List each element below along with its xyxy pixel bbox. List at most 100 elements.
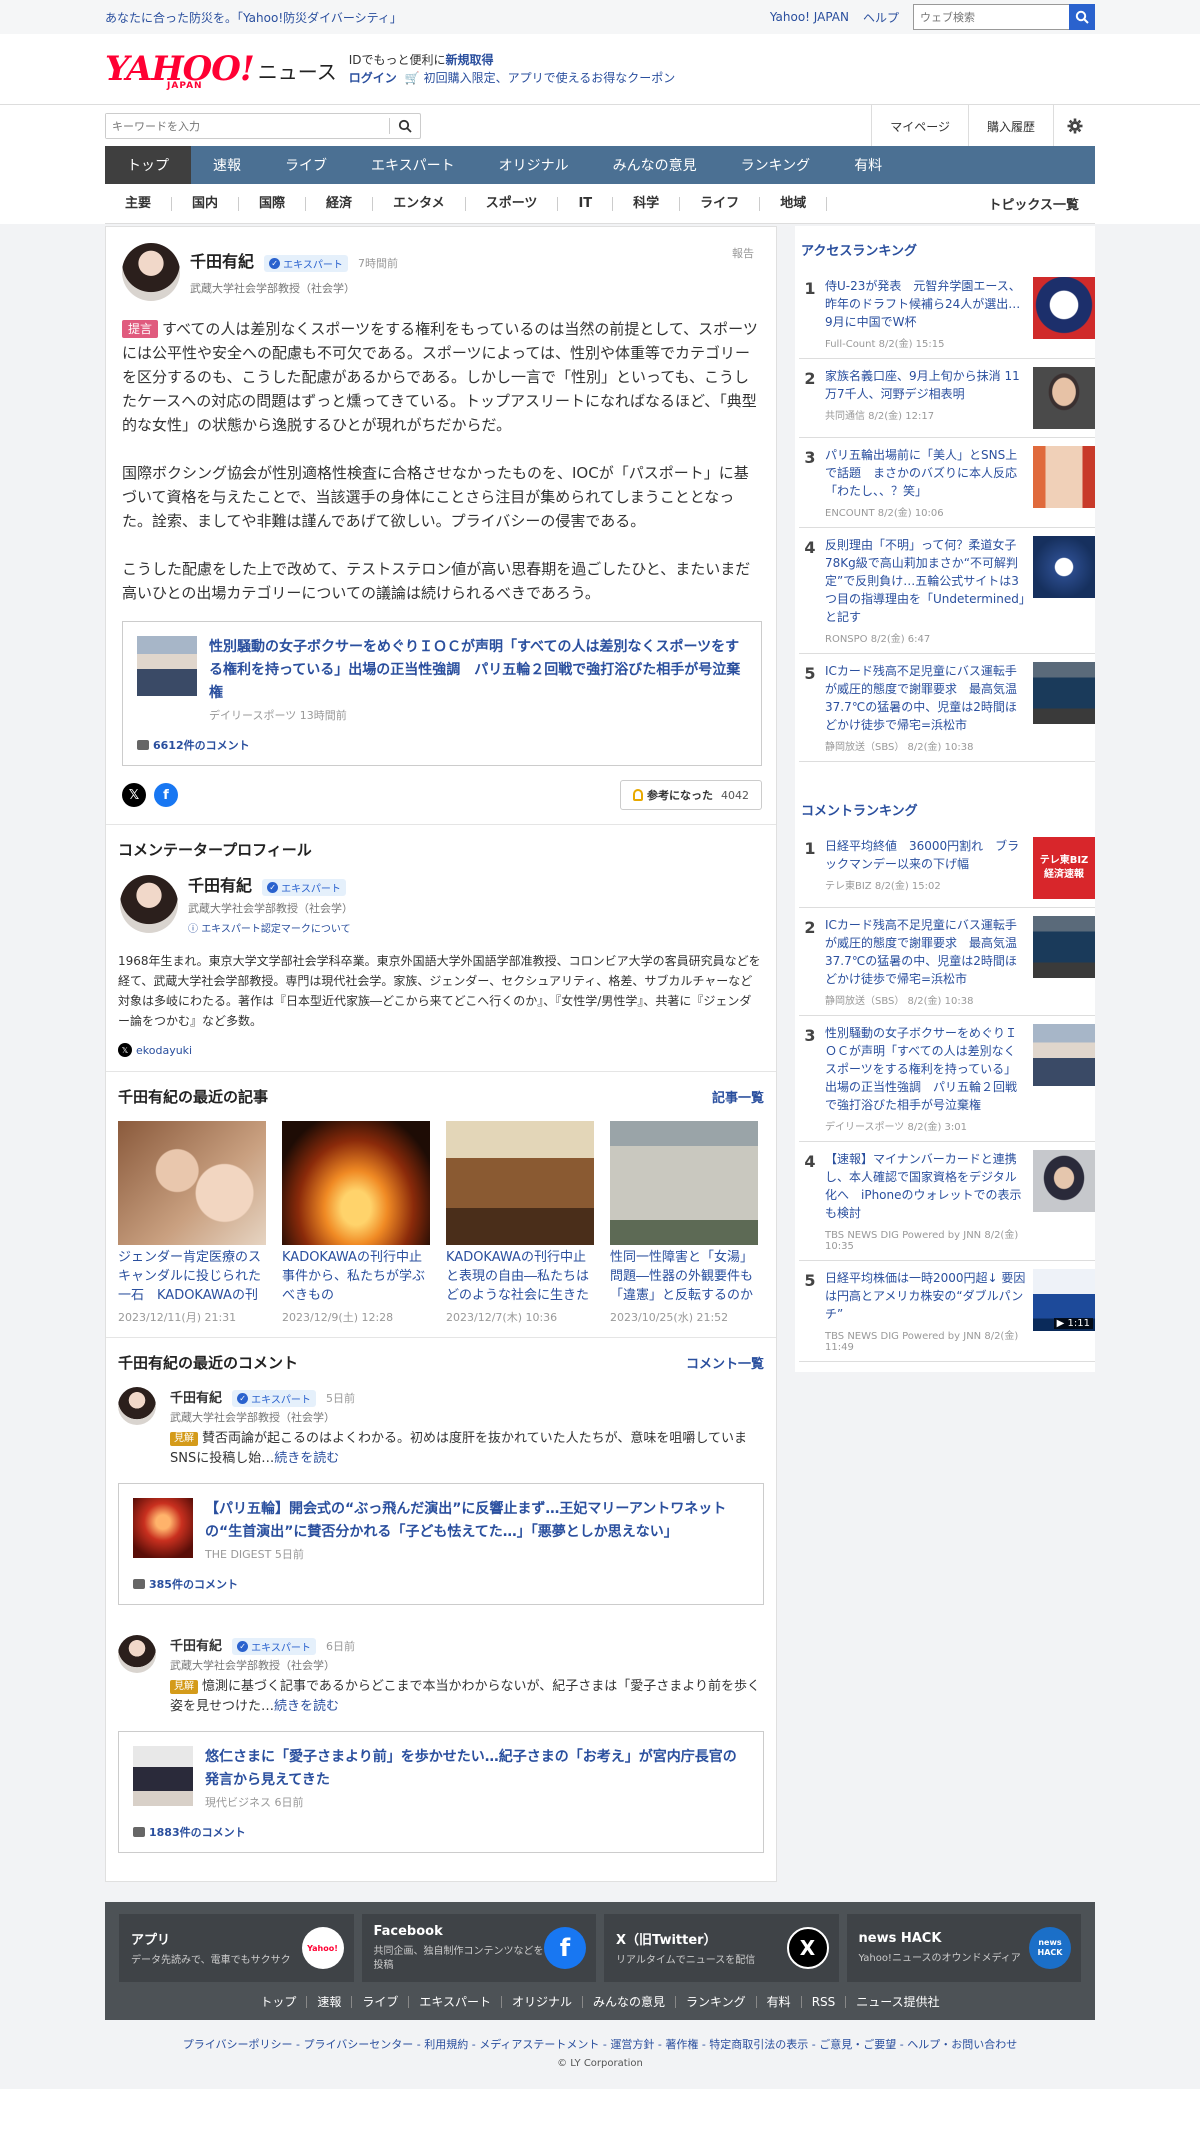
nav-tab-original[interactable]: オリジナル xyxy=(477,146,591,184)
coupon-link[interactable]: 初回購入限定、アプリで使えるお得なクーポン xyxy=(424,71,676,85)
avatar[interactable] xyxy=(122,243,180,301)
cart-icon: 🛒 xyxy=(404,71,420,85)
recent-articles-heading: 千田有紀の最近の記事 xyxy=(118,1088,269,1106)
mypage-link[interactable]: マイページ xyxy=(871,105,968,147)
yahoo-japan-link[interactable]: Yahoo! JAPAN xyxy=(770,10,849,24)
nav-tab-breaking[interactable]: 速報 xyxy=(191,146,263,184)
footer-link[interactable]: 速報 xyxy=(307,1996,353,2008)
footer-card-app[interactable]: アプリ データ先読みで、電車でもサクサク Yahoo! xyxy=(119,1914,354,1982)
category-world[interactable]: 国際 xyxy=(239,196,307,211)
ranking-item[interactable]: 4 【速報】マイナンバーカードと連携し、本人確認で国家資格をデジタル化へ iPh… xyxy=(799,1142,1095,1261)
footer-link[interactable]: 有料 xyxy=(757,1996,802,2008)
helpful-button[interactable]: 参考になった 4042 xyxy=(620,780,762,810)
login-link[interactable]: ログイン xyxy=(349,71,397,85)
author-name[interactable]: 千田有紀 xyxy=(170,1391,222,1406)
ranking-item[interactable]: 2 家族名義口座、9月上旬から抹消 11万7千人、河野デジ相表明 共同通信 8/2… xyxy=(799,359,1095,438)
check-icon: ✓ xyxy=(237,1641,249,1652)
nav-tab-top[interactable]: トップ xyxy=(105,146,191,184)
article-card[interactable]: 性同一性障害と「女湯」問題―性器の外観要件も「違憲」と反転するのか 2023/1… xyxy=(610,1121,758,1325)
ranking-item[interactable]: 2 ICカード残高不足児童にバス運転手が威圧的態度で謝罪要求 最高気温37.7℃… xyxy=(799,908,1095,1016)
nav-tab-live[interactable]: ライブ xyxy=(263,146,349,184)
comment-item: 千田有紀 ✓ エキスパート 5日前 武蔵大学社会学部教授（社会学） 見解 賛否両論が… xyxy=(118,1387,764,1605)
comments-list-link[interactable]: コメント一覧 xyxy=(686,1353,764,1372)
keyword-search-button[interactable] xyxy=(390,119,420,133)
category-science[interactable]: 科学 xyxy=(613,196,681,211)
topics-list-link[interactable]: トピックス一覧 xyxy=(988,194,1095,213)
ranking-item[interactable]: 1 侍U-23が発表 元智弁学園エース、昨年のドラフト候補ら24人が選出…9月に… xyxy=(799,269,1095,359)
ranking-item[interactable]: 5 ICカード残高不足児童にバス運転手が威圧的態度で謝罪要求 最高気温37.7℃… xyxy=(799,654,1095,762)
footer-link[interactable]: みんなの意見 xyxy=(583,1996,677,2008)
badge-label: エキスパート xyxy=(251,1395,311,1406)
share-x-button[interactable]: 𝕏 xyxy=(122,783,146,807)
profile-affiliation: 武蔵大学社会学部教授（社会学） xyxy=(188,902,353,915)
source-article-card[interactable]: 悠仁さまに「愛子さまより前」を歩かせたい…紀子さまの「お考え」が宮内庁長官の発言… xyxy=(118,1731,764,1853)
footer-link[interactable]: ライブ xyxy=(352,1996,410,2008)
articles-list-link[interactable]: 記事一覧 xyxy=(712,1087,764,1106)
rank-number: 3 xyxy=(804,448,816,467)
avatar[interactable] xyxy=(120,874,178,933)
footer-link[interactable]: ニュース提供社 xyxy=(846,1996,949,2008)
avatar[interactable] xyxy=(118,1635,156,1673)
category-entertainment[interactable]: エンタメ xyxy=(373,196,466,211)
avatar[interactable] xyxy=(118,1387,156,1425)
help-link[interactable]: ヘルプ xyxy=(863,9,899,26)
category-economy[interactable]: 経済 xyxy=(306,196,374,211)
article-card[interactable]: KADOKAWAの刊行中止と表現の自由―私たちはどのような社会に生きたいのか 2… xyxy=(446,1121,594,1325)
ranking-item[interactable]: 3 性別騒動の女子ボクサーをめぐりＩＯＣが声明「すべての人は差別なくスポーツをす… xyxy=(799,1016,1095,1142)
web-search-input[interactable] xyxy=(913,4,1069,30)
article-card[interactable]: KADOKAWAの刊行中止事件から、私たちが学ぶべきもの 2023/12/9(土… xyxy=(282,1121,430,1325)
article-card[interactable]: ジェンダー肯定医療のスキャンダルに投じられた一石 KADOKAWAの刊行中止 2… xyxy=(118,1121,266,1325)
user-menu: マイページ 購入履歴 xyxy=(871,105,1095,147)
web-search-button[interactable] xyxy=(1069,4,1095,30)
category-sports[interactable]: スポーツ xyxy=(466,196,559,211)
category-local[interactable]: 地域 xyxy=(760,196,828,211)
legal-links[interactable]: プライバシーポリシー - プライバシーセンター - 利用規約 - メディアステー… xyxy=(105,2036,1095,2052)
report-link[interactable]: 報告 xyxy=(732,245,754,261)
footer-link[interactable]: RSS xyxy=(802,1996,847,2008)
comment-bubble-icon xyxy=(133,1827,145,1837)
ranking-item[interactable]: 5 日経平均株価は一時2000円超↓ 要因は円高とアメリカ株安の“ダブルパンチ”… xyxy=(799,1261,1095,1362)
settings-button[interactable] xyxy=(1053,105,1095,147)
purchase-history-link[interactable]: 購入履歴 xyxy=(967,105,1053,147)
nav-tab-opinions[interactable]: みんなの意見 xyxy=(591,146,719,184)
ranking-item[interactable]: 3 パリ五輪出場前に「美人」とSNS上で話題 まさかのバズりに本人反応「わたし、… xyxy=(799,438,1095,528)
author-name[interactable]: 千田有紀 xyxy=(170,1639,222,1654)
category-it[interactable]: IT xyxy=(558,196,614,211)
read-more-link[interactable]: 続きを読む xyxy=(274,1699,339,1714)
badge-label: エキスパート xyxy=(251,1643,311,1654)
profile-name[interactable]: 千田有紀 xyxy=(188,876,252,895)
source-article-card[interactable]: 性別騒動の女子ボクサーをめぐりＩＯＣが声明「すべての人は差別なくスポーツをする権… xyxy=(122,621,762,766)
category-main[interactable]: 主要 xyxy=(105,196,173,211)
x-profile-link[interactable]: 𝕏ekodayuki xyxy=(118,1043,762,1057)
yahoo-news-logo[interactable]: YAHOO! ニュース xyxy=(105,52,337,86)
rank-thumbnail xyxy=(1033,446,1095,508)
comment-count-text: 6612件のコメント xyxy=(153,739,250,752)
read-more-link[interactable]: 続きを読む xyxy=(274,1451,339,1466)
author-name[interactable]: 千田有紀 xyxy=(190,252,254,271)
nav-tab-paid[interactable]: 有料 xyxy=(832,146,904,184)
signup-link[interactable]: 新規取得 xyxy=(446,53,494,67)
share-facebook-button[interactable]: f xyxy=(154,783,178,807)
article-image xyxy=(610,1121,758,1245)
footer-link[interactable]: オリジナル xyxy=(502,1996,584,2008)
keyword-input[interactable] xyxy=(106,114,389,138)
comment-count-text: 385件のコメント xyxy=(149,1578,238,1591)
expert-cert-link[interactable]: ⓘ エキスパート認定マークについて xyxy=(188,920,353,935)
footer-link[interactable]: ランキング xyxy=(676,1996,757,2008)
source-article-card[interactable]: 【パリ五輪】開会式の“ぶっ飛んだ演出”に反響止まず…王妃マリーアントワネットの“… xyxy=(118,1483,764,1605)
comment-excerpt: 憶測に基づく記事であるからどこまで本当かわからないが、紀子さまは「愛子さまより前… xyxy=(170,1679,760,1714)
category-life[interactable]: ライフ xyxy=(680,196,761,211)
bousai-promo-link[interactable]: あなたに合った防災を。「Yahoo!防災ダイバーシティ」 xyxy=(105,9,402,26)
rank-source: Full-Count 8/2(金) 15:15 xyxy=(825,339,945,350)
ranking-item[interactable]: 4 反則理由「不明」って何？柔道女子78Kg級で高山莉加まさか“不可解判定”で反… xyxy=(799,528,1095,654)
card-title: Facebook xyxy=(373,1923,443,1939)
footer-link[interactable]: エキスパート xyxy=(409,1996,502,2008)
footer-card-facebook[interactable]: Facebook 共同企画、独自制作コンテンツなどを投稿 f xyxy=(361,1914,596,1982)
category-domestic[interactable]: 国内 xyxy=(172,196,240,211)
footer-link[interactable]: トップ xyxy=(250,1996,308,2008)
footer-card-x[interactable]: X（旧Twitter） リアルタイムでニュースを配信 X xyxy=(604,1914,839,1982)
ranking-item[interactable]: 1 日経平均終値 36000円割れ ブラックマンデー以来の下げ幅 テレ東BIZ 8… xyxy=(799,829,1095,908)
footer-card-newshack[interactable]: news HACK Yahoo!ニュースのオウンドメディア news HACK xyxy=(846,1914,1081,1982)
nav-tab-expert[interactable]: エキスパート xyxy=(349,146,477,184)
nav-tab-ranking[interactable]: ランキング xyxy=(719,146,833,184)
